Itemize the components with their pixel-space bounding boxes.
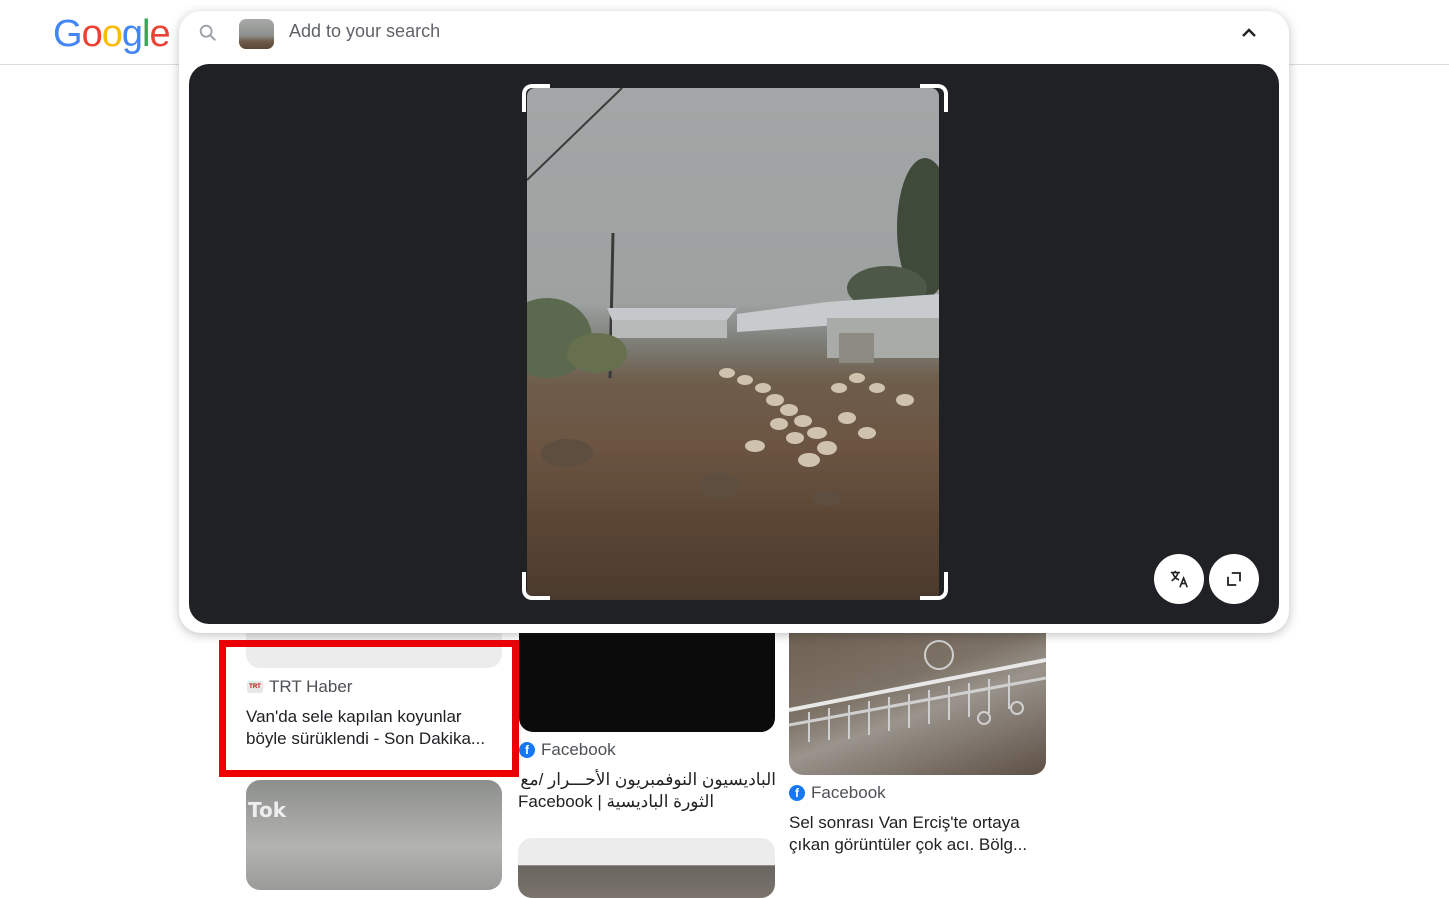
logo-letter: g	[121, 13, 143, 55]
result-title-line: الثورة البادیسیة | Facebook	[518, 792, 715, 811]
translate-button[interactable]	[1154, 554, 1204, 604]
expand-button[interactable]	[1209, 554, 1259, 604]
search-input[interactable]: Add to your search	[289, 21, 440, 42]
logo-letter: o	[101, 13, 123, 55]
search-icon	[199, 24, 216, 41]
result-title[interactable]: البادیسیون النوفمبریون الأحـــرار /مع - …	[518, 769, 776, 813]
expand-icon	[1227, 572, 1241, 586]
result-source-label: Facebook	[811, 783, 886, 802]
result-title-line: البادیسیون النوفمبریون الأحـــرار /مع - …	[518, 770, 776, 789]
chevron-up-icon[interactable]	[1237, 21, 1261, 45]
result-thumbnail[interactable]: Tok	[246, 780, 502, 890]
lens-search-panel: Add to your search	[179, 11, 1289, 633]
logo-letter: e	[149, 13, 170, 55]
photo-scene	[527, 88, 939, 506]
search-image-thumbnail[interactable]	[239, 19, 274, 49]
facebook-icon: f	[789, 785, 805, 801]
result-thumbnail[interactable]	[518, 838, 775, 898]
flood-sheep-image	[527, 88, 939, 600]
image-viewer	[189, 64, 1279, 624]
facebook-icon: f	[519, 742, 535, 758]
crop-corner-handle[interactable]	[522, 84, 550, 112]
result-title[interactable]: Sel sonrası Van Erciş'te ortaya çıkan gö…	[789, 812, 1059, 856]
result-source[interactable]: f Facebook	[789, 783, 886, 803]
logo-letter: G	[53, 13, 83, 55]
tiktok-watermark: Tok	[248, 798, 287, 822]
result-title-line: çıkan görüntüler çok acı. Bölg...	[789, 835, 1028, 854]
crop-corner-handle[interactable]	[522, 572, 550, 600]
crop-corner-handle[interactable]	[920, 84, 948, 112]
logo-letter: l	[141, 13, 151, 55]
result-source-label: Facebook	[541, 740, 616, 759]
red-highlight-box	[219, 640, 519, 777]
crop-corner-handle[interactable]	[920, 572, 948, 600]
translate-icon	[1170, 570, 1189, 588]
google-logo[interactable]: Google	[53, 13, 171, 56]
logo-letter: o	[81, 13, 103, 55]
result-source[interactable]: f Facebook	[519, 740, 616, 760]
result-title-line: Sel sonrası Van Erciş'te ortaya	[789, 813, 1020, 832]
